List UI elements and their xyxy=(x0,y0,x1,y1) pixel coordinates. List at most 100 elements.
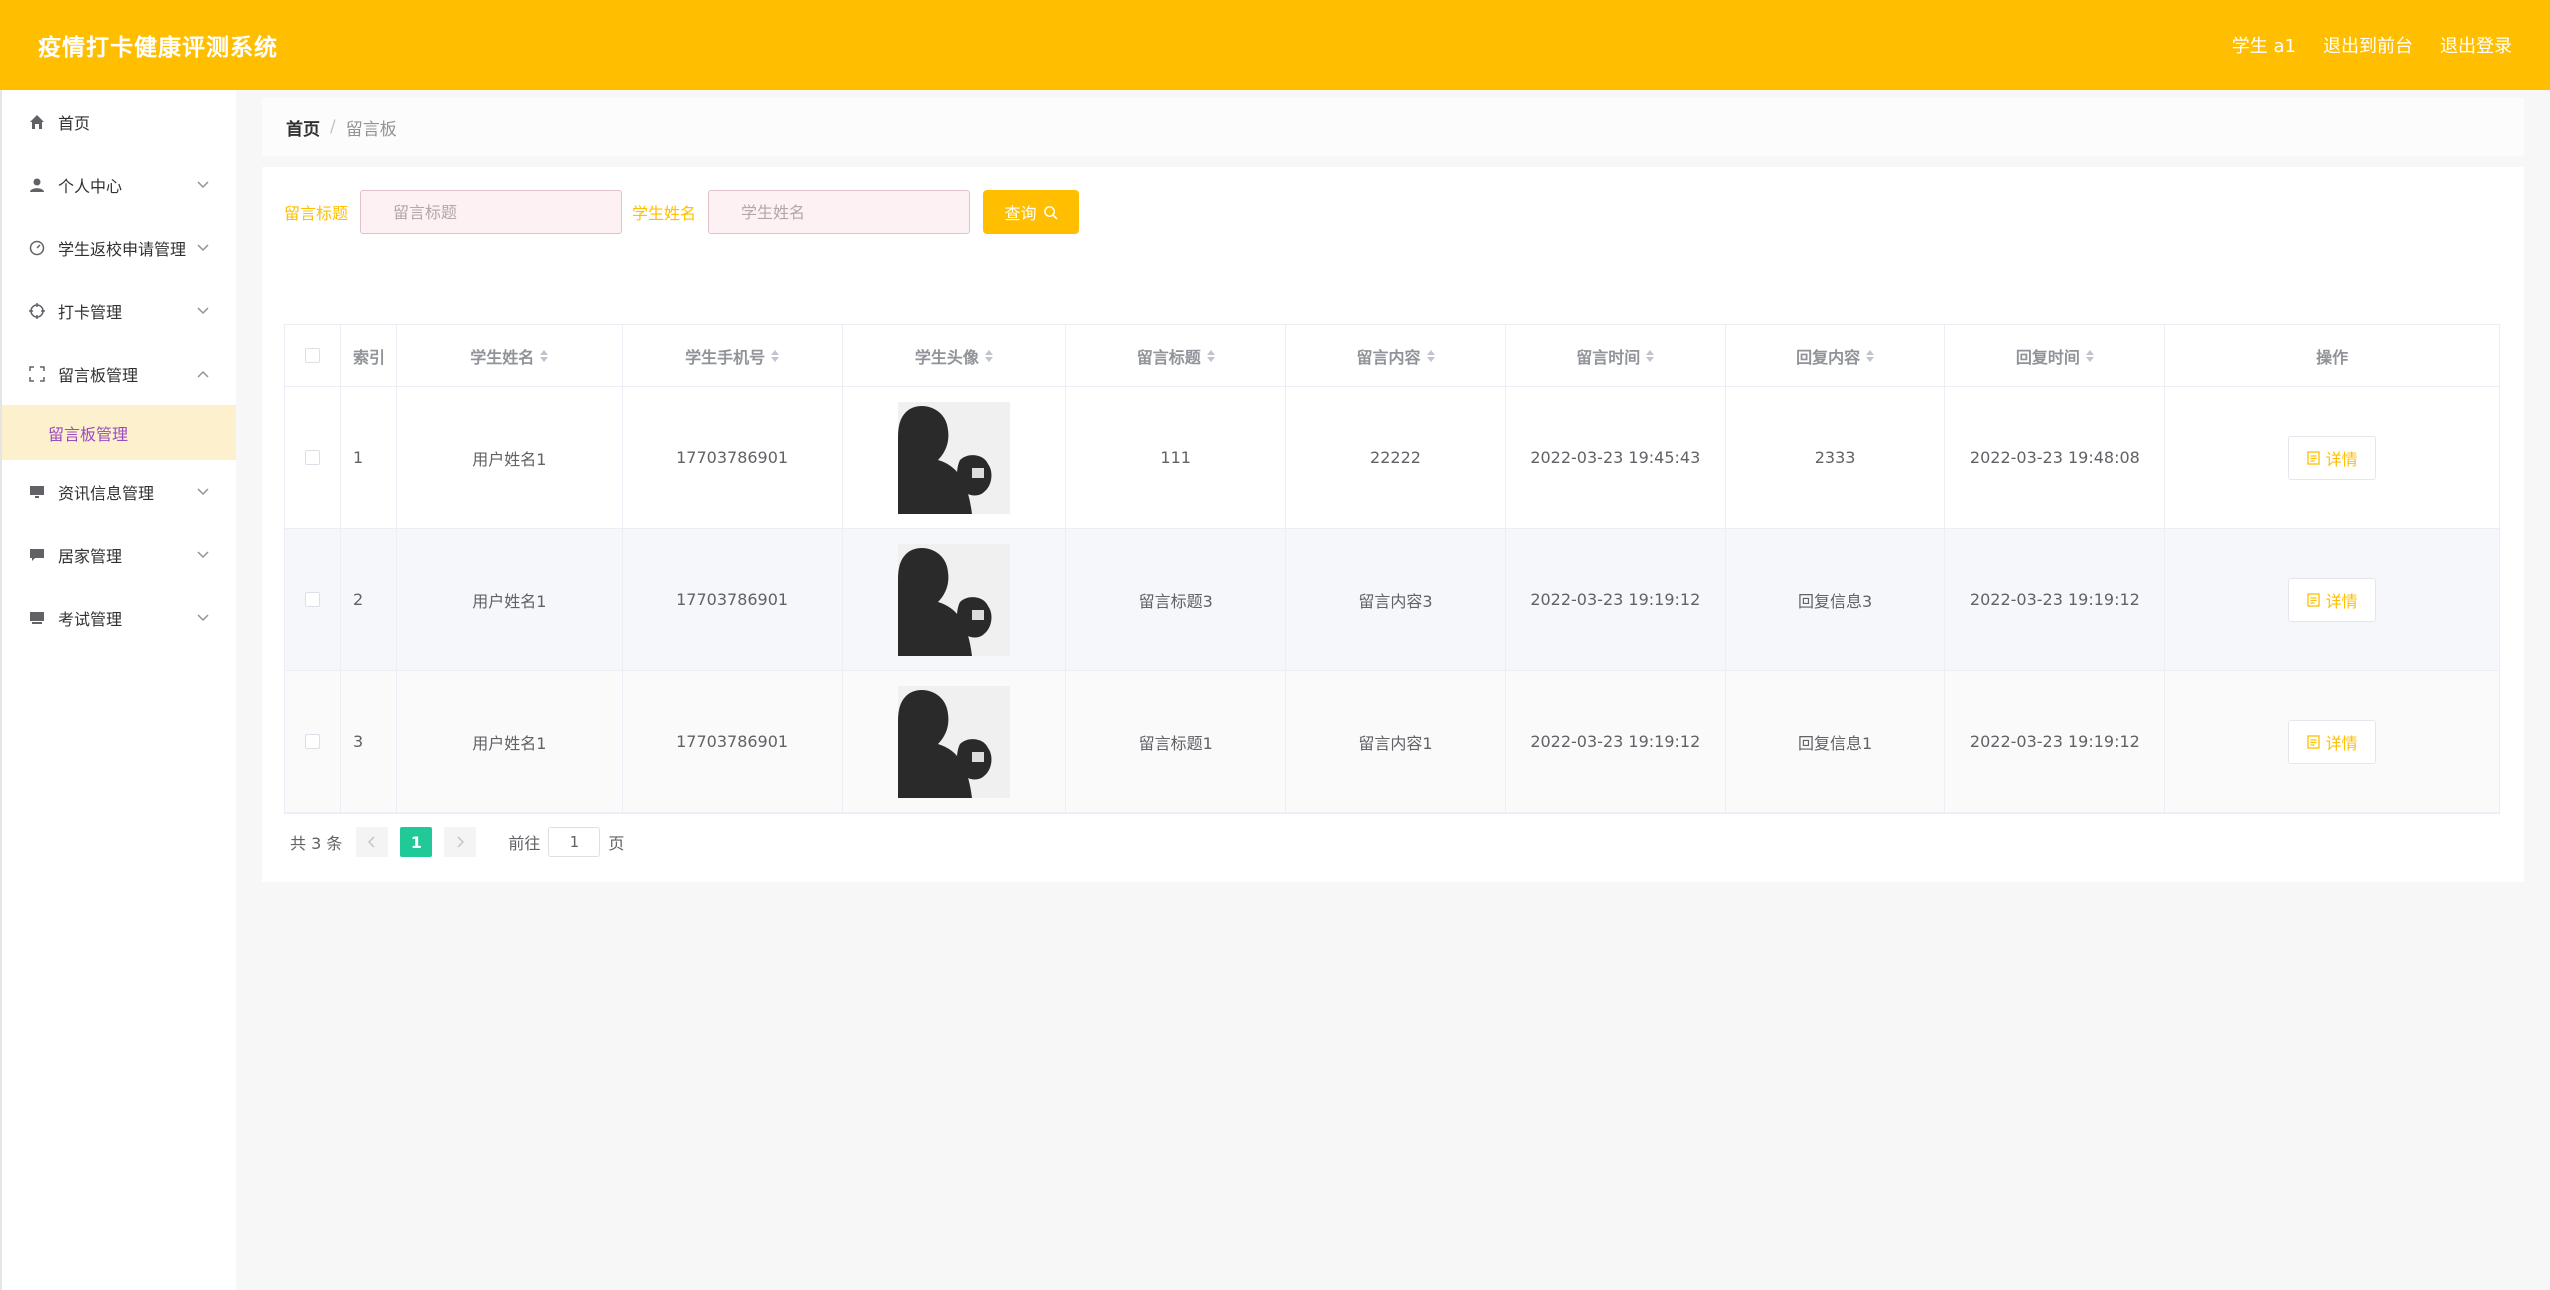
user-icon xyxy=(28,176,46,194)
cell-student-phone: 17703786901 xyxy=(623,529,843,670)
sidebar-item-message-board[interactable]: 留言板管理 xyxy=(2,342,236,405)
sidebar-item-return-school[interactable]: 学生返校申请管理 xyxy=(2,216,236,279)
title-search-input[interactable] xyxy=(360,190,623,234)
cell-student-avatar xyxy=(843,529,1067,670)
page-jump-input[interactable] xyxy=(548,827,601,857)
document-icon xyxy=(2306,592,2320,607)
cell-student-name: 用户姓名1 xyxy=(397,529,623,670)
avatar[interactable] xyxy=(897,685,1010,798)
sort-icon[interactable] xyxy=(1426,349,1435,362)
home-icon xyxy=(28,113,46,131)
select-all-checkbox[interactable] xyxy=(304,348,320,363)
header-student-avatar[interactable]: 学生头像 xyxy=(843,325,1067,386)
cell-message-time: 2022-03-23 19:19:12 xyxy=(1506,529,1726,670)
header-label: 学生头像 xyxy=(914,347,979,367)
table-row: 1 用户姓名1 17703786901 111 22222 2022-03-23… xyxy=(285,387,2499,529)
goto-label: 前往 xyxy=(508,834,541,853)
sidebar-item-exam[interactable]: 考试管理 xyxy=(2,586,236,649)
header-label: 学生姓名 xyxy=(470,347,535,367)
next-page-button[interactable] xyxy=(444,827,477,857)
detail-button[interactable]: 详情 xyxy=(2288,719,2377,764)
cell-actions: 详情 xyxy=(2165,529,2499,670)
header-student-phone[interactable]: 学生手机号 xyxy=(623,325,843,386)
header-reply-content[interactable]: 回复内容 xyxy=(1726,325,1946,386)
cell-message-title: 留言标题3 xyxy=(1066,529,1287,670)
header-reply-time[interactable]: 回复时间 xyxy=(1945,325,2166,386)
detail-button-label: 详情 xyxy=(2325,451,2358,469)
pagination-total: 共 3 条 xyxy=(290,834,343,853)
chevron-right-icon xyxy=(457,836,465,848)
cell-student-avatar xyxy=(843,387,1067,528)
logout-link[interactable]: 退出登录 xyxy=(2440,32,2512,58)
cell-reply-time: 2022-03-23 19:19:12 xyxy=(1945,529,2166,670)
cell-index: 2 xyxy=(341,529,397,670)
chevron-down-icon xyxy=(196,548,210,562)
chevron-left-icon xyxy=(368,836,375,848)
detail-button-label: 详情 xyxy=(2325,735,2358,753)
query-button[interactable]: 查询 xyxy=(983,190,1080,234)
name-search-input[interactable] xyxy=(708,190,971,234)
sort-icon[interactable] xyxy=(984,349,993,362)
cell-index: 1 xyxy=(341,387,397,528)
chat-icon xyxy=(28,546,46,564)
crosshair-icon xyxy=(28,302,46,320)
row-select-cell xyxy=(285,529,341,670)
fullscreen-icon xyxy=(28,365,46,383)
sidebar-item-personal-center[interactable]: 个人中心 xyxy=(2,153,236,216)
row-checkbox[interactable] xyxy=(304,734,320,749)
cell-student-name: 用户姓名1 xyxy=(397,387,623,528)
prev-page-button[interactable] xyxy=(356,827,389,857)
header-student-name[interactable]: 学生姓名 xyxy=(397,325,623,386)
detail-button[interactable]: 详情 xyxy=(2288,435,2377,480)
sort-icon[interactable] xyxy=(1866,349,1875,362)
sort-icon[interactable] xyxy=(1206,349,1215,362)
sidebar-item-home[interactable]: 首页 xyxy=(2,90,236,153)
chevron-down-icon xyxy=(196,241,210,255)
sort-icon[interactable] xyxy=(2085,349,2094,362)
title-search-label: 留言标题 xyxy=(284,204,349,223)
chevron-down-icon xyxy=(196,485,210,499)
header-message-title[interactable]: 留言标题 xyxy=(1066,325,1287,386)
sort-icon[interactable] xyxy=(771,349,780,362)
avatar[interactable] xyxy=(897,401,1010,514)
sidebar-item-news[interactable]: 资讯信息管理 xyxy=(2,460,236,523)
cell-student-phone: 17703786901 xyxy=(623,387,843,528)
cell-reply-content: 2333 xyxy=(1726,387,1946,528)
sidebar-item-label: 学生返校申请管理 xyxy=(58,239,187,259)
sidebar-item-checkin[interactable]: 打卡管理 xyxy=(2,279,236,342)
sidebar-item-label: 资讯信息管理 xyxy=(58,483,155,503)
exit-to-front-link[interactable]: 退出到前台 xyxy=(2323,32,2413,58)
breadcrumb-home[interactable]: 首页 xyxy=(286,115,320,140)
document-icon xyxy=(2306,734,2320,749)
message-table: 索引 学生姓名 学生手机号 学生头像 留言标题 留言内容 留言时间 回复内容 回… xyxy=(284,324,2500,814)
cell-message-content: 22222 xyxy=(1286,387,1506,528)
detail-button[interactable]: 详情 xyxy=(2288,577,2377,622)
sidebar-subitem-message-board[interactable]: 留言板管理 xyxy=(2,405,236,460)
header-message-time[interactable]: 留言时间 xyxy=(1506,325,1726,386)
cell-message-content: 留言内容3 xyxy=(1286,529,1506,670)
header-label: 学生手机号 xyxy=(685,347,766,367)
row-checkbox[interactable] xyxy=(304,450,320,465)
cell-reply-content: 回复信息3 xyxy=(1726,529,1946,670)
header-message-content[interactable]: 留言内容 xyxy=(1286,325,1506,386)
name-search-label: 学生姓名 xyxy=(632,204,697,223)
cell-reply-content: 回复信息1 xyxy=(1726,671,1946,812)
sidebar-item-label: 居家管理 xyxy=(58,546,123,566)
breadcrumb: 首页 / 留言板 xyxy=(262,98,2524,156)
row-checkbox[interactable] xyxy=(304,592,320,607)
page-number-button[interactable]: 1 xyxy=(400,827,433,857)
header-label: 留言标题 xyxy=(1136,347,1201,367)
table-header-row: 索引 学生姓名 学生手机号 学生头像 留言标题 留言内容 留言时间 回复内容 回… xyxy=(285,325,2499,387)
page-jumper: 前往 页 xyxy=(508,827,624,857)
sort-icon[interactable] xyxy=(540,349,549,362)
cell-message-content: 留言内容1 xyxy=(1286,671,1506,812)
sidebar-item-home-quarantine[interactable]: 居家管理 xyxy=(2,523,236,586)
gauge-icon xyxy=(28,239,46,257)
pagination: 共 3 条 1 前往 页 xyxy=(290,827,624,857)
avatar[interactable] xyxy=(897,543,1010,656)
sort-icon[interactable] xyxy=(1646,349,1655,362)
cell-message-time: 2022-03-23 19:45:43 xyxy=(1506,387,1726,528)
search-row: 留言标题 学生姓名 查询 xyxy=(284,190,1080,234)
sidebar-item-label: 首页 xyxy=(58,113,91,133)
page-suffix-label: 页 xyxy=(608,834,625,853)
